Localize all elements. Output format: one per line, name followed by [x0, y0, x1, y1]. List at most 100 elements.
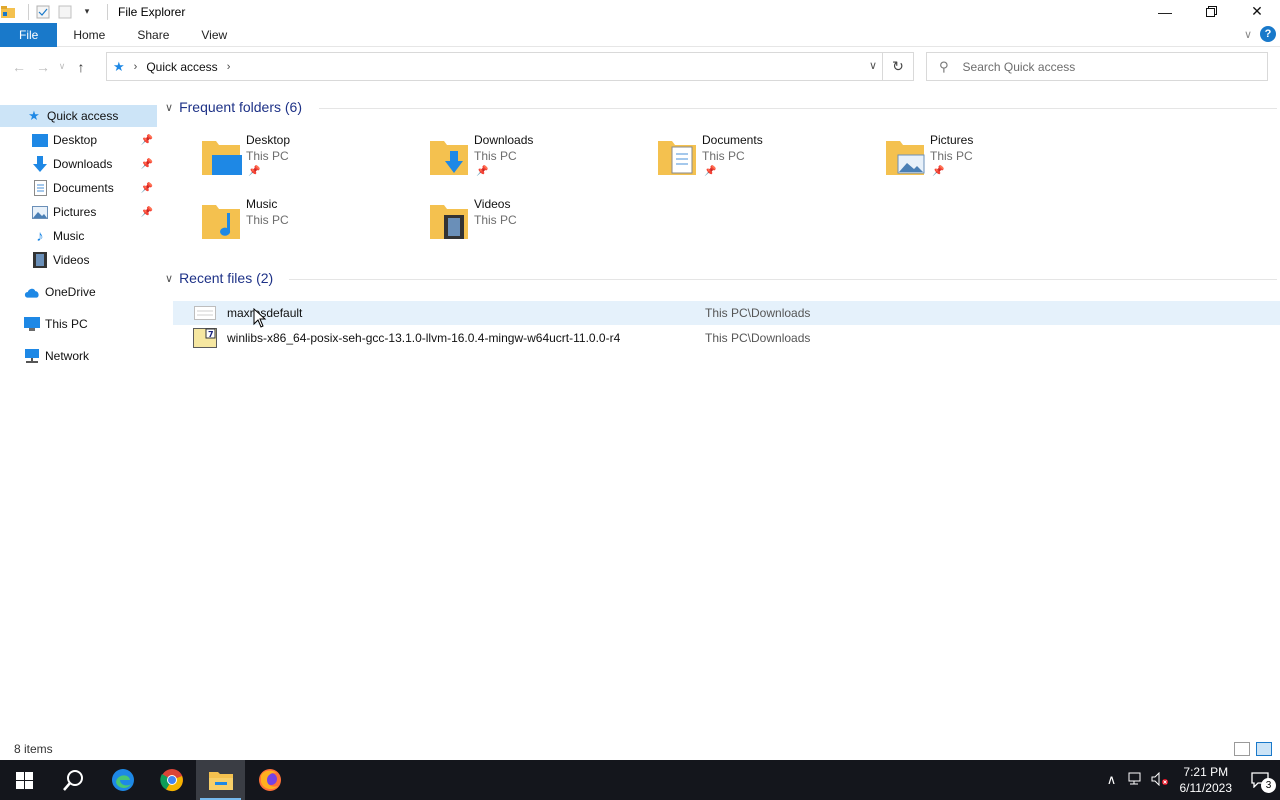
folder-tile-videos[interactable]: Videos This PC [428, 197, 648, 257]
help-button[interactable]: ? [1260, 26, 1276, 42]
folder-tile-pictures[interactable]: Pictures This PC 📌 [884, 133, 1104, 193]
forward-button[interactable]: → [31, 55, 55, 79]
recent-file-row[interactable]: maxresdefault This PC\Downloads [173, 301, 1280, 325]
network-status-icon[interactable] [1124, 772, 1148, 789]
tab-home[interactable]: Home [57, 23, 121, 47]
folder-tile-downloads[interactable]: Downloads This PC 📌 [428, 133, 648, 193]
computer-icon [24, 316, 40, 332]
sidebar-item-downloads[interactable]: Downloads 📌 [0, 153, 157, 175]
archive-file-icon: 7 [193, 328, 217, 348]
file-explorer-icon [208, 772, 233, 790]
pin-icon[interactable]: 📌 [932, 166, 944, 177]
refresh-icon: ↻ [892, 58, 904, 74]
large-icons-view-button[interactable] [1256, 742, 1272, 756]
sidebar-item-pictures[interactable]: Pictures 📌 [0, 201, 157, 223]
sidebar-item-documents[interactable]: Documents 📌 [0, 177, 157, 199]
volume-muted-icon[interactable] [1148, 771, 1172, 789]
pin-icon[interactable]: 📌 [704, 166, 716, 177]
sidebar-item-network[interactable]: Network [0, 345, 157, 367]
folder-location: This PC [246, 149, 289, 163]
folder-location: This PC [246, 213, 289, 227]
folder-name: Music [246, 197, 278, 211]
item-count: 8 items [14, 742, 53, 756]
up-button[interactable]: ↑ [69, 55, 93, 79]
sidebar-item-quick-access[interactable]: ★ Quick access [0, 105, 157, 127]
search-box[interactable]: ⚲ [926, 52, 1268, 81]
taskbar-file-explorer-button[interactable] [196, 760, 245, 800]
sidebar-item-desktop[interactable]: Desktop 📌 [0, 129, 157, 151]
minimize-button[interactable]: — [1142, 0, 1188, 23]
recent-files-header[interactable]: ∨ Recent files (2) [165, 270, 273, 286]
window-title: File Explorer [118, 4, 186, 19]
taskbar-edge-button[interactable] [98, 760, 147, 800]
taskbar-firefox-button[interactable] [245, 760, 294, 800]
tab-file[interactable]: File [0, 22, 58, 47]
back-button[interactable]: ← [7, 55, 31, 79]
up-arrow-icon: ↑ [77, 58, 85, 75]
properties-icon[interactable] [35, 4, 51, 20]
clock-date: 6/11/2023 [1179, 781, 1233, 795]
folder-tile-music[interactable]: Music This PC [200, 197, 420, 257]
navigation-bar: ← → ∨ ↑ ★ › Quick access › ∨ ↻ ⚲ [0, 50, 1280, 83]
clock[interactable]: 7:21 PM 6/11/2023 [1180, 764, 1233, 796]
frequent-folders-header[interactable]: ∨ Frequent folders (6) [165, 99, 302, 115]
sidebar-item-label: Music [53, 229, 85, 243]
address-bar[interactable]: ★ › Quick access › ∨ ↻ [106, 52, 914, 81]
taskbar-search-button[interactable] [49, 760, 98, 800]
show-hidden-icons-chevron-icon[interactable]: ∧ [1100, 772, 1124, 788]
start-button[interactable] [0, 760, 49, 800]
address-dropdown-icon[interactable]: ∨ [869, 59, 877, 72]
expand-ribbon-chevron-icon[interactable]: ∨ [1244, 28, 1252, 41]
details-view-button[interactable] [1234, 742, 1250, 756]
divider [319, 108, 1277, 109]
recent-locations-button[interactable]: ∨ [55, 55, 69, 79]
taskbar: ∧ 7:21 PM 6/11/2023 3 [0, 760, 1280, 800]
group-title: Frequent folders (6) [179, 99, 303, 115]
search-input[interactable] [962, 59, 1243, 74]
sidebar-item-label: Documents [53, 181, 114, 195]
action-center-button[interactable]: 3 [1240, 760, 1280, 800]
recent-file-path: This PC\Downloads [705, 306, 811, 320]
image-file-icon [193, 303, 217, 323]
customize-toolbar-dropdown-icon[interactable]: ▾ [79, 4, 95, 20]
folder-location: This PC [474, 213, 517, 227]
restore-button[interactable] [1188, 0, 1234, 23]
folder-tile-desktop[interactable]: Desktop This PC 📌 [200, 133, 420, 193]
new-folder-icon[interactable] [57, 4, 73, 20]
folder-name: Documents [702, 133, 763, 147]
recent-file-row[interactable]: 7 winlibs-x86_64-posix-seh-gcc-13.1.0-ll… [173, 326, 1280, 350]
pin-icon[interactable]: 📌 [476, 166, 488, 177]
breadcrumb-chevron-icon[interactable]: › [134, 61, 138, 73]
taskbar-chrome-button[interactable] [147, 760, 196, 800]
pin-icon[interactable]: 📌 [141, 159, 153, 170]
tab-view[interactable]: View [185, 23, 243, 47]
pin-icon[interactable]: 📌 [141, 207, 153, 218]
sidebar-item-this-pc[interactable]: This PC [0, 313, 157, 335]
sidebar-item-videos[interactable]: Videos [0, 249, 157, 271]
sidebar-item-music[interactable]: ♪ Music [0, 225, 157, 247]
close-button[interactable]: ✕ [1234, 0, 1280, 23]
sidebar-item-onedrive[interactable]: OneDrive [0, 281, 157, 303]
window-controls: — ✕ [1142, 0, 1280, 23]
breadcrumb-quick-access[interactable]: Quick access [146, 60, 217, 74]
documents-icon [32, 180, 48, 196]
breadcrumb-chevron-icon[interactable]: › [227, 61, 231, 73]
tab-share[interactable]: Share [121, 23, 185, 47]
pictures-folder-icon [886, 141, 925, 175]
collapse-chevron-icon[interactable]: ∨ [165, 272, 173, 285]
svg-text:7: 7 [208, 330, 214, 339]
pin-icon[interactable]: 📌 [141, 135, 153, 146]
folder-name: Desktop [246, 133, 291, 147]
video-film-icon [32, 252, 48, 268]
recent-file-name: winlibs-x86_64-posix-seh-gcc-13.1.0-llvm… [227, 331, 621, 345]
search-icon: ⚲ [939, 58, 949, 74]
clock-time: 7:21 PM [1183, 765, 1229, 779]
refresh-button[interactable]: ↻ [882, 53, 913, 80]
file-explorer-app-icon[interactable] [0, 4, 16, 20]
pin-icon[interactable]: 📌 [248, 166, 260, 177]
pin-icon[interactable]: 📌 [141, 183, 153, 194]
folder-tile-documents[interactable]: Documents This PC 📌 [656, 133, 876, 193]
sidebar-item-label: This PC [45, 317, 88, 331]
collapse-chevron-icon[interactable]: ∨ [165, 101, 173, 114]
group-title: Recent files (2) [179, 270, 274, 286]
